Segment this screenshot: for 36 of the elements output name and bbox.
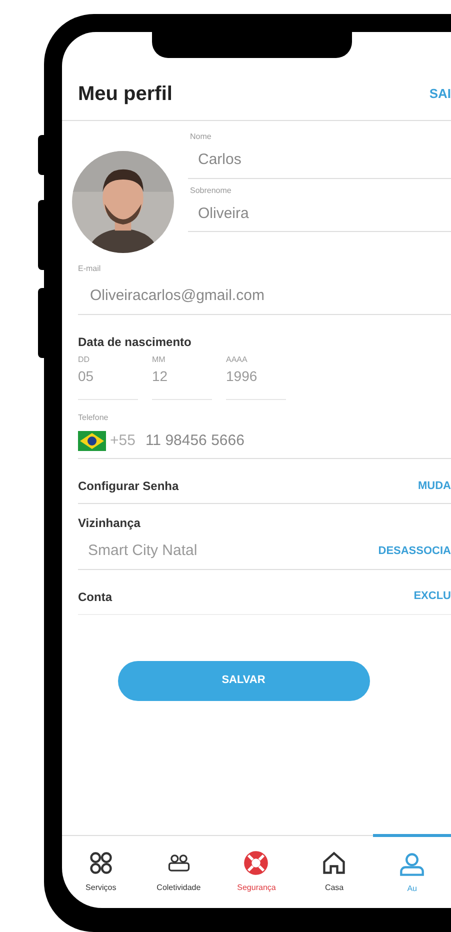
field-label: AAAA [226,354,248,366]
change-link[interactable]: MUDA [418,478,451,494]
input-field[interactable]: Oliveiracarlos@gmail.com [78,275,451,314]
field-label: Telefone [78,412,110,424]
input-field[interactable]: 05 [78,366,138,400]
phone-field[interactable]: 11 98456 5666 [145,430,244,452]
field-label: MM [152,354,166,366]
setting-label: Vizinhança [78,515,142,532]
input-field[interactable]: 12 [152,366,212,400]
home-icon [321,850,348,876]
input-field[interactable]: Carlos [188,143,451,178]
field-label: E-mail [78,263,102,275]
country-code: +55 [110,430,136,450]
nav-tab[interactable]: Au [373,834,451,908]
setting-label: Configurar Senha [78,478,179,495]
setting-label: Conta [78,588,112,606]
section-title: Data de nascimento [78,334,192,350]
grid-icon [88,850,114,876]
dissociate-link[interactable]: DESASSOCIA [378,543,451,560]
input-field[interactable]: 1996 [226,366,286,400]
field-label: DD [78,354,91,366]
logout-link[interactable]: SAI [429,84,451,104]
nav-tab[interactable]: Coletividade [140,836,218,908]
save-button[interactable]: SALVAR [118,660,370,700]
delete-link[interactable]: EXCLU [414,588,451,605]
lifebuoy-icon [243,850,270,876]
nav-tab[interactable]: Segurança [218,836,296,908]
nav-tab[interactable]: Casa [295,836,374,908]
page-title: Meu perfil [78,82,172,107]
input-field[interactable]: Oliveira [188,196,451,232]
field-label: Sobrenome [190,184,232,196]
nav-tab[interactable]: Serviços [62,836,140,908]
neighborhood-value: Smart City Natal [87,541,198,561]
field-label: Nome [190,131,212,143]
flag-icon [78,430,106,451]
user-icon [399,851,426,877]
